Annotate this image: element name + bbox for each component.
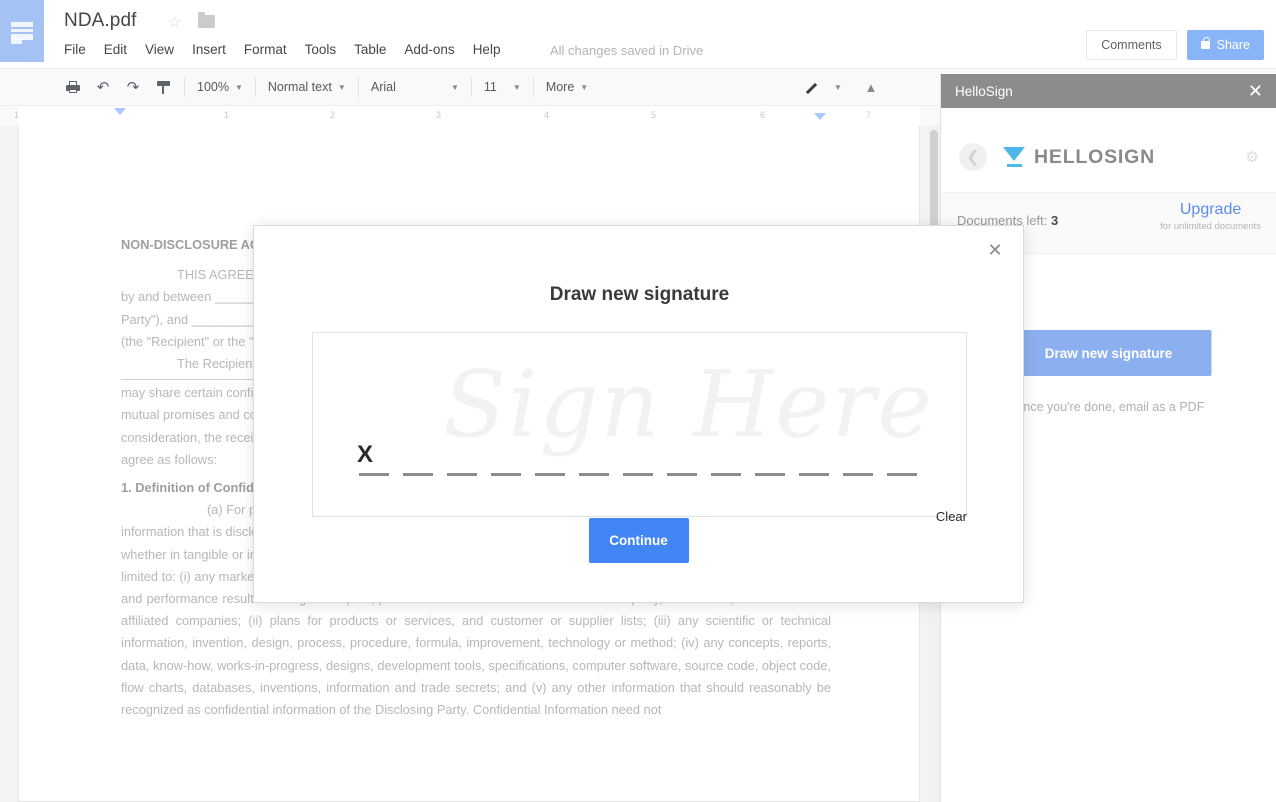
sign-here-watermark: Sign Here: [443, 351, 934, 458]
signature-dashed-line: [359, 473, 924, 476]
application-window: NDA.pdf ☆ File Edit View Insert Format T…: [0, 0, 1276, 802]
close-icon[interactable]: ✕: [985, 240, 1005, 260]
signature-drawing-canvas[interactable]: Sign Here X: [312, 332, 967, 517]
clear-signature-link[interactable]: Clear: [936, 509, 967, 524]
draw-signature-dialog: ✕ Draw new signature Sign Here X Clear C…: [253, 225, 1024, 603]
continue-button[interactable]: Continue: [589, 518, 689, 563]
signature-x-marker: X: [357, 441, 373, 469]
dialog-title: Draw new signature: [254, 284, 1025, 306]
